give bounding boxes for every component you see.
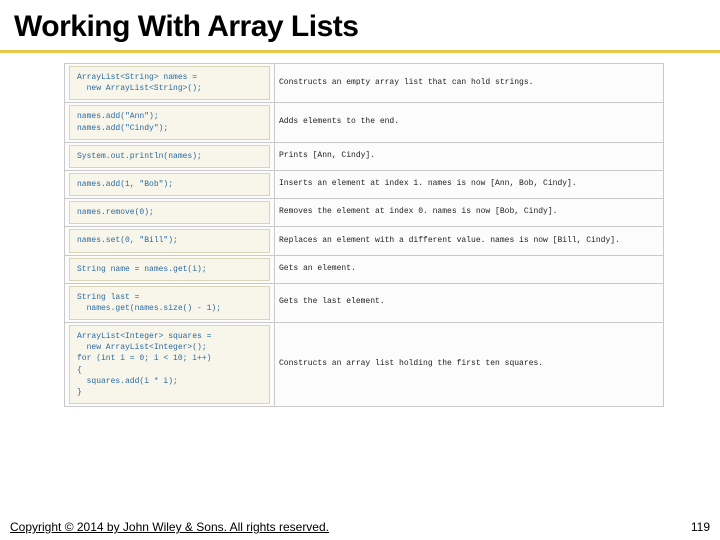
code-box: String last = names.get(names.size() - 1… [69,286,270,320]
table-row: String name = names.get(i); Gets an elem… [65,255,664,283]
code-cell: ArrayList<String> names = new ArrayList<… [65,64,275,103]
table-row: String last = names.get(names.size() - 1… [65,283,664,322]
title-rule [0,50,720,53]
code-cell: names.remove(0); [65,199,275,227]
code-box: names.add("Ann"); names.add("Cindy"); [69,105,270,139]
table-row: names.add(1, "Bob"); Inserts an element … [65,170,664,198]
table-row: ArrayList<String> names = new ArrayList<… [65,64,664,103]
code-box: ArrayList<String> names = new ArrayList<… [69,66,270,100]
desc-cell: Inserts an element at index 1. names is … [275,170,664,198]
code-box: ArrayList<Integer> squares = new ArrayLi… [69,325,270,404]
code-box: names.add(1, "Bob"); [69,173,270,196]
desc-cell: Adds elements to the end. [275,103,664,142]
table-row: names.remove(0); Removes the element at … [65,199,664,227]
table-row: ArrayList<Integer> squares = new ArrayLi… [65,323,664,407]
code-cell: ArrayList<Integer> squares = new ArrayLi… [65,323,275,407]
code-box: names.remove(0); [69,201,270,224]
desc-cell: Prints [Ann, Cindy]. [275,142,664,170]
page-number: 119 [691,520,710,534]
code-cell: names.add(1, "Bob"); [65,170,275,198]
code-cell: String name = names.get(i); [65,255,275,283]
arraylist-examples-table: ArrayList<String> names = new ArrayList<… [64,63,664,407]
footer: Copyright © 2014 by John Wiley & Sons. A… [10,520,710,534]
code-cell: System.out.println(names); [65,142,275,170]
code-cell: String last = names.get(names.size() - 1… [65,283,275,322]
desc-cell: Constructs an array list holding the fir… [275,323,664,407]
desc-cell: Gets an element. [275,255,664,283]
page-title: Working With Array Lists [0,0,720,50]
code-box: String name = names.get(i); [69,258,270,281]
table-row: names.set(0, "Bill"); Replaces an elemen… [65,227,664,255]
desc-cell: Replaces an element with a different val… [275,227,664,255]
code-box: names.set(0, "Bill"); [69,229,270,252]
copyright-text: Copyright © 2014 by John Wiley & Sons. A… [10,520,329,534]
desc-cell: Gets the last element. [275,283,664,322]
code-cell: names.set(0, "Bill"); [65,227,275,255]
table-row: System.out.println(names); Prints [Ann, … [65,142,664,170]
desc-cell: Removes the element at index 0. names is… [275,199,664,227]
desc-cell: Constructs an empty array list that can … [275,64,664,103]
code-cell: names.add("Ann"); names.add("Cindy"); [65,103,275,142]
code-box: System.out.println(names); [69,145,270,168]
table-row: names.add("Ann"); names.add("Cindy"); Ad… [65,103,664,142]
